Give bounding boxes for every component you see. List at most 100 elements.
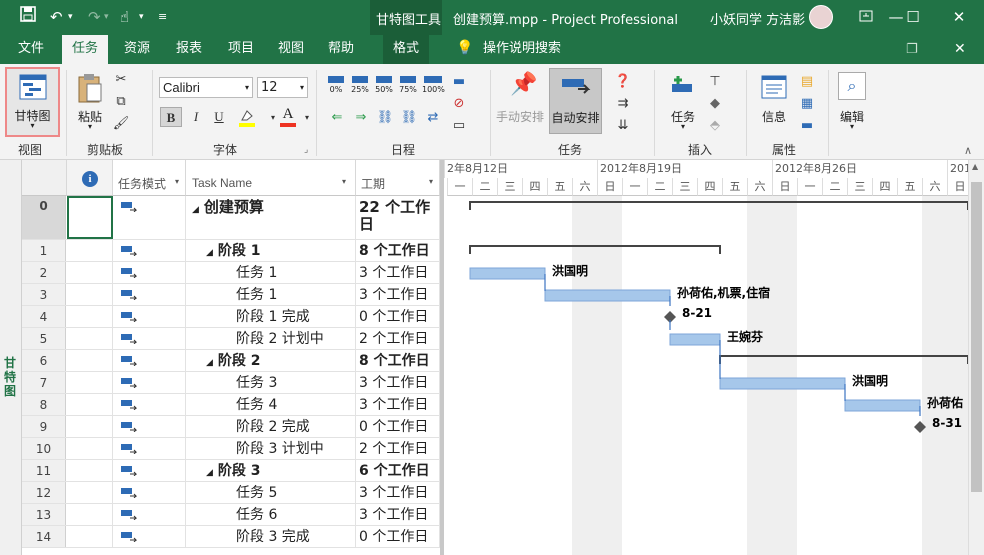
- task-bar[interactable]: [544, 289, 671, 302]
- name-column-header[interactable]: Task Name ▾: [186, 160, 356, 196]
- task-name-cell[interactable]: 任务 1: [186, 284, 356, 305]
- milestone-icon[interactable]: ◆: [704, 94, 726, 114]
- row-id[interactable]: 0: [22, 196, 66, 239]
- mode-cell[interactable]: [113, 284, 186, 305]
- move-task-icon[interactable]: ⇉: [612, 94, 634, 114]
- indent-icon[interactable]: ⇒: [350, 108, 372, 128]
- row-id[interactable]: 6: [22, 350, 66, 371]
- information-button[interactable]: 信息: [754, 70, 794, 132]
- info-cell[interactable]: [67, 196, 113, 239]
- duration-cell[interactable]: 22 个工作日: [356, 196, 440, 239]
- save-icon[interactable]: [20, 6, 36, 28]
- task-name-cell[interactable]: 阶段 3 计划中: [186, 438, 356, 459]
- task-bar[interactable]: [844, 399, 921, 412]
- task-name-cell[interactable]: 任务 6: [186, 504, 356, 525]
- info-column-header[interactable]: i: [67, 160, 113, 196]
- vertical-scrollbar[interactable]: ▲: [968, 160, 984, 555]
- info-cell[interactable]: [67, 328, 113, 349]
- redo-icon[interactable]: ↷: [88, 6, 101, 28]
- task-name-cell[interactable]: ◢ 阶段 2: [186, 350, 356, 371]
- duration-cell[interactable]: 8 个工作日: [356, 350, 440, 371]
- row-id[interactable]: 10: [22, 438, 66, 459]
- duration-column-header[interactable]: 工期 ▾: [356, 160, 440, 196]
- collapse-triangle-icon[interactable]: ◢: [192, 205, 199, 215]
- summary-icon[interactable]: ⊤: [704, 72, 726, 92]
- outdent-icon[interactable]: ⇐: [326, 108, 348, 128]
- respect-links-icon[interactable]: ⊘: [448, 94, 470, 114]
- row-id[interactable]: 7: [22, 372, 66, 393]
- row-id[interactable]: 3: [22, 284, 66, 305]
- task-name-cell[interactable]: 阶段 3 完成: [186, 526, 356, 547]
- gantt-chart-button[interactable]: 甘特图 ▾: [5, 67, 60, 137]
- scroll-thumb[interactable]: [971, 182, 982, 492]
- touch-dropdown-icon[interactable]: ▾: [139, 6, 144, 28]
- underline-button[interactable]: U: [208, 107, 230, 127]
- summary-bar[interactable]: [719, 355, 968, 364]
- select-all-corner[interactable]: [22, 160, 67, 196]
- info-cell[interactable]: [67, 240, 113, 261]
- info-cell[interactable]: [67, 438, 113, 459]
- redo-dropdown-icon[interactable]: ▾: [104, 6, 109, 28]
- avatar[interactable]: [809, 5, 833, 29]
- mode-cell[interactable]: [113, 262, 186, 283]
- font-name-select[interactable]: Calibri ▾: [159, 77, 253, 98]
- mode-cell[interactable]: [113, 196, 186, 239]
- row-id[interactable]: 12: [22, 482, 66, 503]
- task-name-cell[interactable]: 阶段 1 完成: [186, 306, 356, 327]
- task-bar[interactable]: [669, 333, 721, 346]
- info-cell[interactable]: [67, 350, 113, 371]
- tab-help[interactable]: 帮助: [322, 35, 360, 64]
- details-icon[interactable]: ▦: [796, 94, 818, 114]
- duration-cell[interactable]: 3 个工作日: [356, 372, 440, 393]
- mode-cell[interactable]: [113, 504, 186, 525]
- mode-dropdown-icon[interactable]: ⇊: [612, 116, 634, 136]
- task-name-cell[interactable]: 任务 4: [186, 394, 356, 415]
- info-cell[interactable]: [67, 526, 113, 547]
- tab-project[interactable]: 项目: [220, 35, 262, 64]
- touch-mode-icon[interactable]: ☝: [120, 6, 129, 28]
- duration-cell[interactable]: 3 个工作日: [356, 262, 440, 283]
- font-size-select[interactable]: 12 ▾: [257, 77, 308, 98]
- task-row[interactable]: 2 任务 1 3 个工作日: [22, 262, 440, 284]
- mode-cell[interactable]: [113, 438, 186, 459]
- mode-cell[interactable]: [113, 328, 186, 349]
- auto-schedule-button[interactable]: 自动安排: [549, 68, 602, 134]
- close-icon[interactable]: ✕: [944, 4, 974, 30]
- task-row[interactable]: 1 ◢ 阶段 1 8 个工作日: [22, 240, 440, 262]
- editing-button[interactable]: ⌕ 编辑 ▾: [832, 70, 872, 132]
- task-row[interactable]: 10 阶段 3 计划中 2 个工作日: [22, 438, 440, 460]
- task-row[interactable]: 6 ◢ 阶段 2 8 个工作日: [22, 350, 440, 372]
- mode-cell[interactable]: [113, 460, 186, 481]
- font-color-button[interactable]: A: [278, 106, 298, 128]
- row-id[interactable]: 13: [22, 504, 66, 525]
- duration-cell[interactable]: 3 个工作日: [356, 284, 440, 305]
- format-painter-icon[interactable]: 🖌: [110, 114, 132, 134]
- close-doc-icon[interactable]: ✕: [954, 41, 966, 57]
- info-cell[interactable]: [67, 262, 113, 283]
- restore-window-icon[interactable]: ❐: [906, 42, 918, 57]
- highlight-color-button[interactable]: [237, 108, 261, 128]
- split-task-icon[interactable]: ⇄: [422, 108, 444, 128]
- task-bar[interactable]: [719, 377, 846, 390]
- undo-dropdown-icon[interactable]: ▾: [68, 6, 73, 28]
- task-row[interactable]: 11 ◢ 阶段 3 6 个工作日: [22, 460, 440, 482]
- row-id[interactable]: 11: [22, 460, 66, 481]
- mode-column-header[interactable]: 任务模式 ▾: [113, 160, 186, 196]
- tell-me-search[interactable]: 操作说明搜索: [482, 35, 562, 64]
- scroll-up-icon[interactable]: ▲: [972, 162, 978, 171]
- mode-cell[interactable]: [113, 306, 186, 327]
- duration-cell[interactable]: 2 个工作日: [356, 328, 440, 349]
- duration-cell[interactable]: 8 个工作日: [356, 240, 440, 261]
- milestone-diamond[interactable]: [914, 421, 926, 433]
- link-tasks-icon[interactable]: ⛓: [374, 108, 396, 128]
- info-cell[interactable]: [67, 284, 113, 305]
- task-name-cell[interactable]: 阶段 2 计划中: [186, 328, 356, 349]
- add-timeline-icon[interactable]: ▬: [796, 116, 818, 136]
- mode-cell[interactable]: [113, 372, 186, 393]
- task-name-cell[interactable]: ◢ 阶段 3: [186, 460, 356, 481]
- italic-button[interactable]: I: [185, 107, 207, 127]
- task-row[interactable]: 13 任务 6 3 个工作日: [22, 504, 440, 526]
- info-cell[interactable]: [67, 482, 113, 503]
- mark-on-track-icon[interactable]: ▬: [448, 72, 470, 92]
- collapse-triangle-icon[interactable]: ◢: [206, 358, 213, 368]
